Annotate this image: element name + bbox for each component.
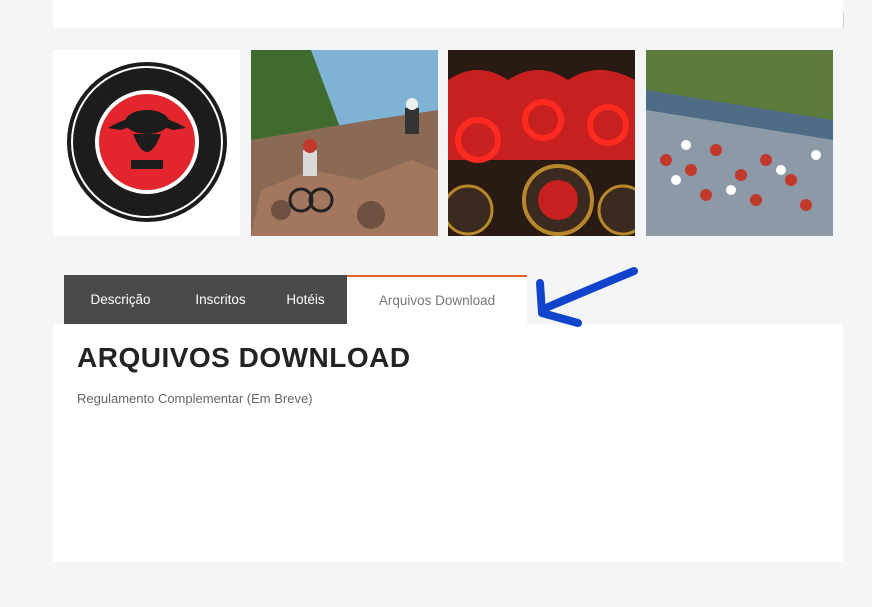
image-gallery: [53, 50, 833, 236]
section-title: ARQUIVOS DOWNLOAD: [77, 342, 411, 373]
crowd-photo-icon: [646, 50, 833, 236]
tab-bar: Descrição Inscritos Hotéis Arquivos Down…: [64, 275, 527, 324]
rider-photo-icon: [251, 50, 438, 236]
gallery-image-medals[interactable]: [448, 50, 635, 236]
top-card: [53, 0, 844, 28]
gallery-image-logo[interactable]: [53, 50, 240, 236]
tab-label: Descrição: [90, 292, 151, 307]
tab-label: Inscritos: [195, 292, 246, 307]
gallery-image-crowd[interactable]: [646, 50, 833, 236]
tab-descricao[interactable]: Descrição: [64, 275, 177, 324]
tab-inscritos[interactable]: Inscritos: [177, 275, 264, 324]
tab-content-panel: ARQUIVOS DOWNLOAD Regulamento Complement…: [53, 324, 843, 562]
gallery-image-rider-rocks[interactable]: [251, 50, 438, 236]
annotation-arrow-icon: [536, 267, 638, 327]
enduro-logo-icon: [53, 50, 240, 236]
tab-arquivos-download[interactable]: Arquivos Download: [347, 275, 527, 324]
tab-hoteis[interactable]: Hotéis: [264, 275, 347, 324]
tab-label: Arquivos Download: [378, 293, 496, 308]
medals-photo-icon: [448, 50, 635, 236]
card-edge: [843, 12, 844, 28]
download-file-link[interactable]: Regulamento Complementar (Em Breve): [77, 391, 313, 406]
tab-label: Hotéis: [286, 292, 325, 307]
